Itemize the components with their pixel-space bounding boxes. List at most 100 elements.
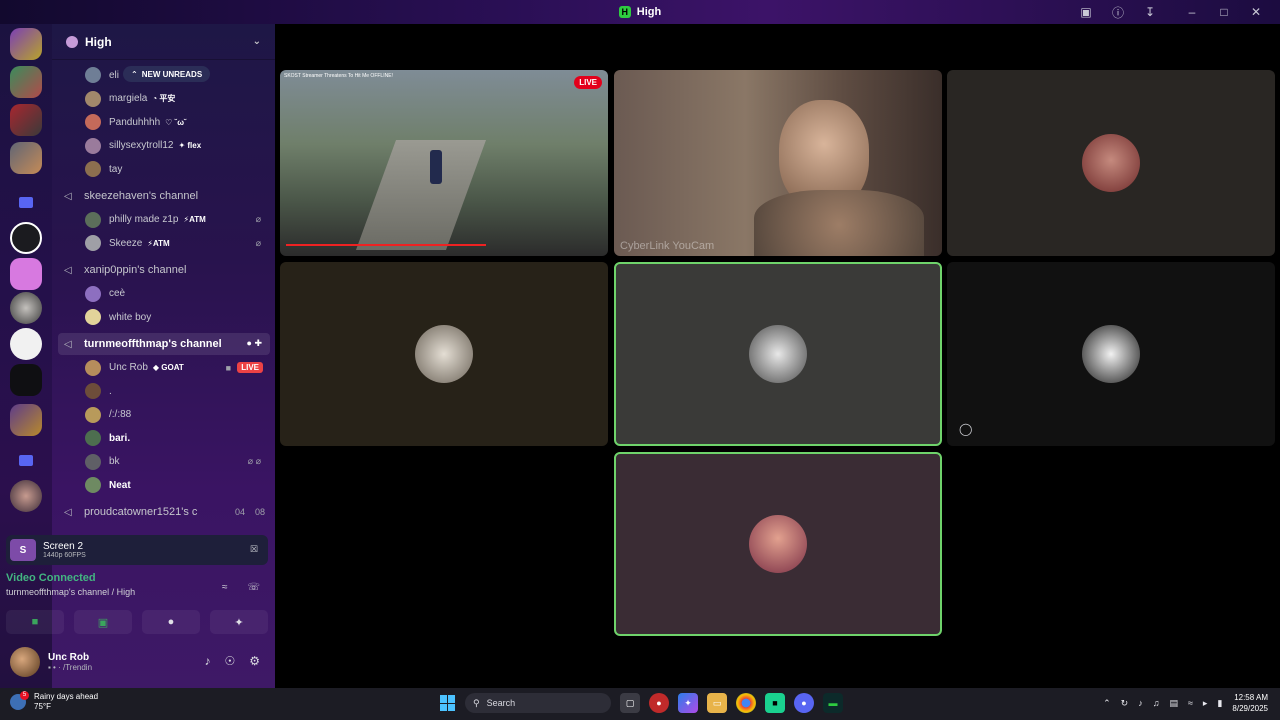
guild-header[interactable]: High ⌄: [52, 24, 275, 60]
voice-user-row[interactable]: Panduhhhh ♡ ˘ω˘: [52, 111, 275, 133]
chevron-up-icon[interactable]: ⌃: [1103, 698, 1111, 709]
folder-icon[interactable]: [10, 444, 42, 476]
clock-date: 8/29/2025: [1232, 704, 1268, 713]
voice-user-row[interactable]: Skeeze ⚡ATM ⌀: [52, 232, 275, 254]
participant-tile[interactable]: [280, 262, 608, 446]
chrome-icon[interactable]: [736, 693, 756, 713]
task-view-icon[interactable]: ▢: [620, 693, 640, 713]
screen-share-button[interactable]: ▣: [74, 610, 132, 634]
channel-chat-icon[interactable]: ● ✚: [247, 338, 262, 349]
voice-user-row[interactable]: bk ⌀ ⌀: [52, 451, 275, 473]
participant-tile-speaking[interactable]: [614, 452, 942, 636]
server-icon[interactable]: [10, 364, 42, 396]
minimize-icon[interactable]: –: [1176, 5, 1208, 19]
voice-user-row[interactable]: ceè: [52, 283, 275, 305]
voice-user-row[interactable]: philly made z1p ⚡ATM ⌀: [52, 209, 275, 231]
voice-user-row[interactable]: Unc Rob ◆ GOAT ■ LIVE: [52, 357, 275, 379]
battery-icon[interactable]: ▮: [1217, 698, 1222, 709]
sync-icon[interactable]: ↻: [1121, 698, 1129, 709]
taskbar-search[interactable]: ⚲ Search: [465, 693, 611, 713]
muted-icon: ⌀: [255, 214, 261, 224]
server-icon[interactable]: [10, 104, 42, 136]
server-icon[interactable]: [10, 480, 42, 512]
copilot-icon[interactable]: ✦: [678, 693, 698, 713]
wifi-icon[interactable]: ≈: [1188, 698, 1193, 708]
voice-user-row[interactable]: Neat: [52, 474, 275, 496]
voice-user-name: tay: [109, 163, 123, 175]
participant-avatar: [1082, 134, 1140, 192]
gear-icon[interactable]: ⚙: [249, 654, 260, 668]
download-icon[interactable]: ↧: [1134, 5, 1166, 19]
server-icon[interactable]: [10, 292, 42, 324]
weather-widget[interactable]: 5 Rainy days ahead 75°F: [10, 691, 99, 712]
speaker-icon[interactable]: ▸: [1203, 698, 1208, 709]
voice-channel[interactable]: ◁ xanip0ppin's channel: [52, 259, 275, 281]
voice-user-row[interactable]: .: [52, 380, 275, 402]
server-icon[interactable]: [10, 28, 42, 60]
voice-channel-name: turnmeoffthmap's channel: [84, 337, 222, 350]
server-icon[interactable]: [10, 328, 42, 360]
server-icon[interactable]: [10, 222, 42, 254]
windows-start-icon[interactable]: [440, 695, 456, 711]
video-hidden-icon[interactable]: ◯: [959, 422, 972, 436]
voice-channel[interactable]: ◁ proudcatowner1521's c 04 08: [52, 501, 275, 523]
server-icon[interactable]: [10, 142, 42, 174]
live-badge[interactable]: LIVE: [237, 362, 263, 373]
maximize-icon[interactable]: □: [1208, 5, 1240, 19]
camera-tile[interactable]: CyberLink YouCam: [614, 70, 942, 256]
folder-icon[interactable]: [10, 186, 42, 218]
stop-share-icon[interactable]: ☒: [250, 544, 258, 555]
file-explorer-icon[interactable]: ▭: [707, 693, 727, 713]
noise-suppression-icon[interactable]: ≈: [222, 582, 228, 593]
mic-tray-icon[interactable]: ♪: [1138, 698, 1143, 708]
new-unreads-button[interactable]: ⌃ NEW UNREADS: [123, 66, 211, 82]
weather-icon: 5: [10, 691, 29, 710]
voice-user-row[interactable]: bari.: [52, 427, 275, 449]
camera-icon: ■: [225, 362, 231, 373]
video-caption: SKOST Streamer Threatens To Hit Me OFFLI…: [284, 73, 393, 79]
avatar: [85, 285, 101, 302]
server-icon[interactable]: [10, 66, 42, 98]
user-name: Unc Rob: [48, 652, 90, 663]
voice-user-row[interactable]: margiela ◔ 平安: [52, 88, 275, 110]
participant-tile[interactable]: [947, 70, 1275, 256]
activities-button[interactable]: ●: [142, 610, 200, 634]
voice-action-bar: ■ ▣ ● ✦: [6, 610, 268, 634]
voice-user-row[interactable]: tay: [52, 158, 275, 180]
screen-share-panel[interactable]: S Screen 2 1440p 60FPS ☒: [6, 535, 268, 565]
clock[interactable]: 12:58 AM 8/29/2025: [1232, 692, 1268, 714]
stream-road: [355, 140, 487, 250]
server-icon[interactable]: [10, 258, 42, 290]
voice-channel[interactable]: ◁ skeezehaven's channel: [52, 185, 275, 207]
server-icon[interactable]: [10, 404, 42, 436]
avatar[interactable]: [10, 647, 40, 677]
volume-tray-icon[interactable]: ♫: [1153, 698, 1160, 708]
inbox-icon[interactable]: ▣: [1070, 5, 1102, 19]
voice-channel[interactable]: ◁ turnmeoffthmap's channel ● ✚: [58, 332, 270, 355]
display-icon[interactable]: ▤: [1169, 698, 1178, 709]
terminal-app-icon[interactable]: ■: [765, 693, 785, 713]
weather-text: Rainy days ahead: [34, 692, 99, 701]
voice-user-name: Panduhhhh: [109, 116, 161, 128]
app-icon-dark[interactable]: ▬: [823, 693, 843, 713]
discord-icon[interactable]: ●: [794, 693, 814, 713]
microphone-icon[interactable]: ♪: [204, 654, 210, 668]
help-icon[interactable]: ⓘ: [1102, 4, 1134, 21]
participant-tile-speaking[interactable]: [614, 262, 942, 446]
voice-user-row[interactable]: white boy: [52, 306, 275, 328]
voice-user-name: Unc Rob: [109, 362, 148, 373]
headphones-icon[interactable]: ☉: [224, 654, 235, 668]
soundboard-button[interactable]: ✦: [210, 610, 268, 634]
voice-user-row[interactable]: sillysexytroll12 ✦ flex: [52, 135, 275, 157]
camera-button[interactable]: ■: [6, 610, 64, 634]
voice-user-name: /:/:88: [109, 409, 132, 420]
app-icon-red[interactable]: ●: [649, 693, 669, 713]
voice-user-row[interactable]: /:/:88: [52, 404, 275, 426]
guild-icon: [66, 35, 78, 48]
disconnect-icon[interactable]: ☏: [247, 582, 260, 593]
clock-time: 12:58 AM: [1234, 693, 1268, 702]
participant-tile[interactable]: ◯: [947, 262, 1275, 446]
close-icon[interactable]: ✕: [1240, 5, 1272, 19]
stream-tile[interactable]: SKOST Streamer Threatens To Hit Me OFFLI…: [280, 70, 608, 256]
chevron-down-icon[interactable]: ⌄: [253, 36, 261, 47]
